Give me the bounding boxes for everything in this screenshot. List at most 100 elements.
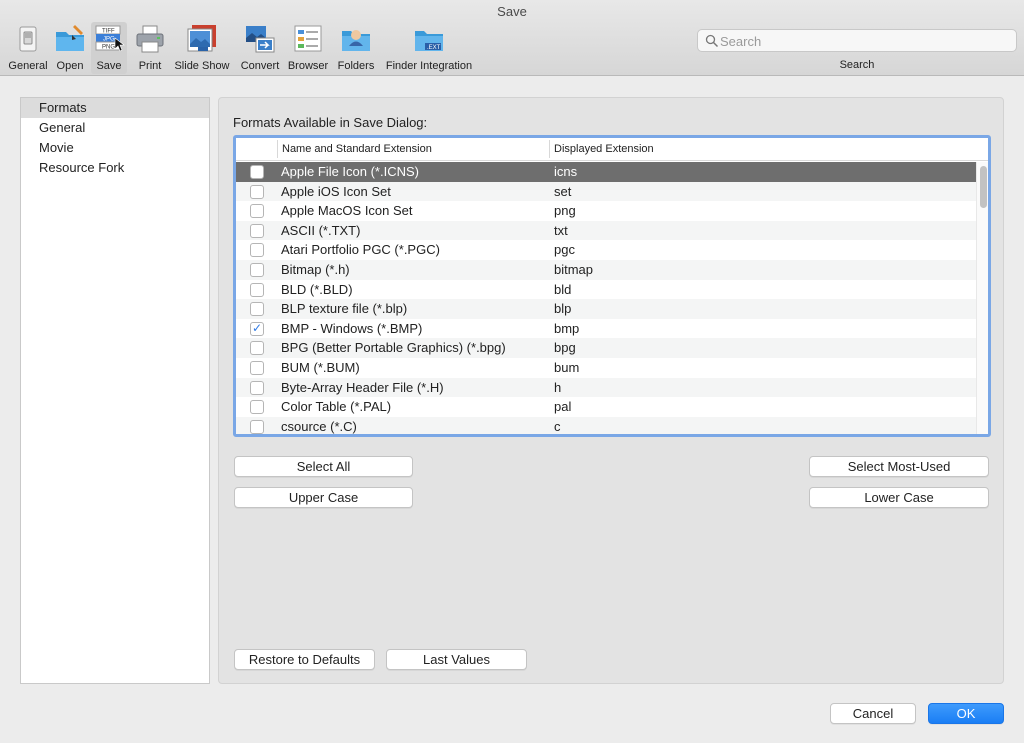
svg-text:PNG: PNG	[102, 45, 115, 51]
toolbar-open[interactable]: Open	[53, 22, 87, 74]
table-row[interactable]: BUM (*.BUM) bum	[236, 358, 976, 378]
toolbar-slide-show[interactable]: Slide Show	[172, 22, 232, 74]
format-checkbox[interactable]	[250, 184, 264, 199]
format-extension[interactable]: pgc	[554, 242, 575, 257]
checkmark-icon: ✓	[252, 320, 263, 335]
format-extension[interactable]: pal	[554, 399, 571, 414]
last-values-button[interactable]: Last Values	[386, 649, 527, 670]
format-extension[interactable]: png	[554, 203, 576, 218]
format-checkbox[interactable]	[250, 360, 264, 375]
column-separator	[549, 140, 550, 158]
format-extension[interactable]: bpg	[554, 340, 576, 355]
toolbar-label: General	[8, 60, 48, 72]
format-extension[interactable]: bmp	[554, 321, 579, 336]
browser-icon	[291, 22, 325, 56]
format-checkbox[interactable]	[250, 243, 264, 258]
column-separator	[277, 140, 278, 158]
format-extension[interactable]: bld	[554, 282, 571, 297]
lower-case-button[interactable]: Lower Case	[809, 487, 989, 508]
toolbar-browser[interactable]: Browser	[286, 22, 330, 74]
table-row[interactable]: Apple MacOS Icon Set png	[236, 201, 976, 221]
format-name: Byte-Array Header File (*.H)	[281, 379, 444, 395]
format-extension[interactable]: c	[554, 419, 561, 434]
sidebar-item-formats[interactable]: Formats	[21, 98, 209, 118]
slideshow-icon	[185, 22, 219, 56]
format-checkbox[interactable]	[250, 341, 264, 356]
format-checkbox[interactable]	[250, 400, 264, 415]
table-row[interactable]: ✓ BMP - Windows (*.BMP) bmp	[236, 319, 976, 339]
scrollbar-thumb[interactable]	[980, 166, 987, 208]
table-row[interactable]: Bitmap (*.h) bitmap	[236, 259, 976, 280]
format-extension[interactable]: bum	[554, 360, 579, 375]
format-name: BMP - Windows (*.BMP)	[281, 320, 423, 336]
table-row[interactable]: BPG (Better Portable Graphics) (*.bpg) bp…	[236, 338, 976, 358]
sidebar-item-resource-fork[interactable]: Resource Fork	[21, 158, 209, 178]
format-checkbox[interactable]	[250, 204, 264, 219]
format-checkbox[interactable]	[250, 380, 264, 395]
format-checkbox[interactable]	[250, 223, 264, 238]
format-checkbox[interactable]	[250, 302, 264, 317]
search-label: Search	[839, 59, 875, 71]
search-input[interactable]	[720, 32, 1010, 50]
convert-icon	[243, 22, 277, 56]
toolbar-save[interactable]: TIFF JPG PNG Save	[91, 22, 127, 74]
format-checkbox[interactable]	[250, 262, 264, 277]
ok-button[interactable]: OK	[928, 703, 1004, 724]
table-row[interactable]: Apple iOS Icon Set set	[236, 181, 976, 202]
format-name: BLD (*.BLD)	[281, 281, 353, 297]
format-name: BPG (Better Portable Graphics) (*.bpg)	[281, 340, 506, 356]
toolbar-print[interactable]: Print	[133, 22, 167, 74]
table-row[interactable]: Color Table (*.PAL) pal	[236, 397, 976, 417]
upper-case-button[interactable]: Upper Case	[234, 487, 413, 508]
format-extension[interactable]: set	[554, 184, 571, 199]
format-checkbox[interactable]	[250, 419, 264, 434]
cancel-button[interactable]: Cancel	[830, 703, 916, 724]
formats-table[interactable]: Name and Standard Extension Displayed Ex…	[233, 135, 991, 437]
table-row[interactable]: BLD (*.BLD) bld	[236, 280, 976, 300]
format-extension[interactable]: bitmap	[554, 262, 593, 277]
format-name: Apple MacOS Icon Set	[281, 203, 413, 219]
table-row[interactable]: BLP texture file (*.blp) blp	[236, 299, 976, 319]
format-extension[interactable]: h	[554, 380, 561, 395]
format-extension[interactable]: txt	[554, 223, 568, 238]
format-extension[interactable]: icns	[554, 164, 577, 179]
formats-panel: Formats Available in Save Dialog: Name a…	[218, 97, 1004, 684]
table-row[interactable]: Atari Portfolio PGC (*.PGC) pgc	[236, 240, 976, 260]
table-row[interactable]: Byte-Array Header File (*.H) h	[236, 377, 976, 398]
format-name: Apple iOS Icon Set	[281, 183, 391, 199]
table-body: Apple File Icon (*.ICNS) icns Apple iOS Ic…	[236, 162, 976, 434]
toolbar-finder-integration[interactable]: .EXT Finder Integration	[382, 22, 476, 74]
restore-defaults-button[interactable]: Restore to Defaults	[234, 649, 375, 670]
format-checkbox[interactable]	[250, 165, 264, 179]
format-extension[interactable]: blp	[554, 301, 571, 316]
format-name: BLP texture file (*.blp)	[281, 301, 408, 317]
general-switch-icon	[11, 22, 45, 56]
format-checkbox[interactable]: ✓	[250, 320, 264, 336]
window-title: Save	[497, 4, 527, 19]
open-folder-brush-icon	[53, 22, 87, 56]
column-header-extension[interactable]: Displayed Extension	[554, 143, 654, 155]
toolbar-label: Convert	[240, 60, 280, 72]
toolbar-label: Save	[96, 60, 122, 72]
svg-text:.EXT: .EXT	[427, 45, 441, 51]
search-field[interactable]	[697, 29, 1017, 52]
formats-heading: Formats Available in Save Dialog:	[233, 115, 428, 130]
table-row[interactable]: ASCII (*.TXT) txt	[236, 220, 976, 241]
sidebar-item-general[interactable]: General	[21, 118, 209, 138]
select-all-button[interactable]: Select All	[234, 456, 413, 477]
table-row[interactable]: Apple File Icon (*.ICNS) icns	[236, 162, 976, 182]
format-checkbox[interactable]	[250, 282, 264, 297]
column-header-name[interactable]: Name and Standard Extension	[282, 143, 432, 155]
sidebar-item-movie[interactable]: Movie	[21, 138, 209, 158]
select-most-used-button[interactable]: Select Most-Used	[809, 456, 989, 477]
table-scrollbar[interactable]	[976, 162, 988, 434]
toolbar-convert[interactable]: Convert	[237, 22, 283, 74]
format-name: Bitmap (*.h)	[281, 261, 350, 277]
search-icon	[705, 34, 719, 48]
toolbar-general[interactable]: General	[6, 22, 50, 74]
save-formats-icon: TIFF JPG PNG	[92, 22, 126, 56]
table-row[interactable]: csource (*.C) c	[236, 416, 976, 434]
toolbar-folders[interactable]: Folders	[335, 22, 377, 74]
format-name: Color Table (*.PAL)	[281, 399, 392, 415]
printer-icon	[133, 22, 167, 56]
